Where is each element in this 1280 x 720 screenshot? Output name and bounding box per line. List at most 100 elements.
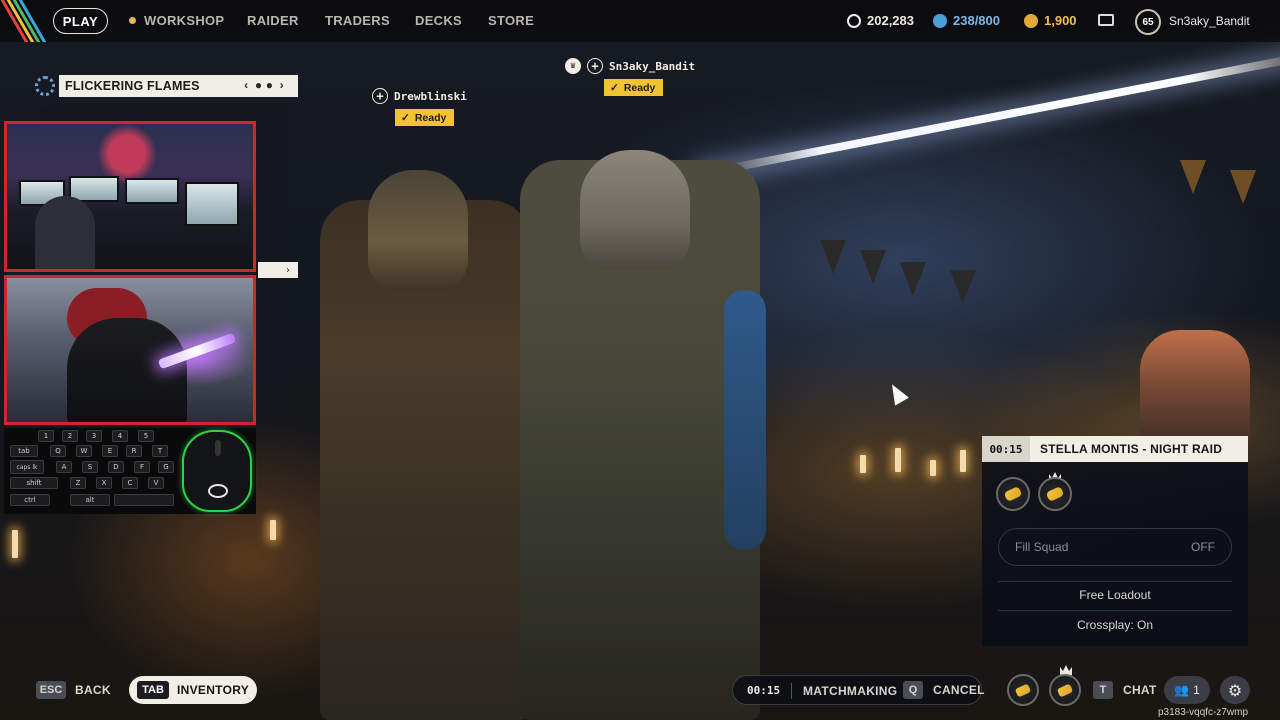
- chevron-right-icon[interactable]: ›: [286, 265, 290, 276]
- panel-title: FLICKERING FLAMES: [65, 79, 200, 93]
- mail-icon[interactable]: [1098, 14, 1114, 26]
- player-name: Drewblinski: [394, 89, 467, 103]
- ready-badge: ✓ Ready: [395, 109, 455, 126]
- chevron-right-icon[interactable]: ›: [280, 78, 284, 92]
- key: G: [158, 461, 174, 473]
- match-timer: 00:15: [982, 436, 1030, 462]
- key: A: [56, 461, 72, 473]
- credits-icon: [1024, 13, 1038, 28]
- add-friend-icon[interactable]: +: [587, 58, 603, 74]
- monitor-graphic: [125, 178, 179, 204]
- session-code: p3183-vqqfc-z7wmp: [1158, 707, 1249, 718]
- matchmaking-status-bar: 00:15 MATCHMAKING Q CANCEL: [732, 675, 985, 705]
- t-key: T: [1093, 681, 1113, 699]
- storage-icon: [933, 13, 947, 28]
- key: shift: [10, 477, 58, 489]
- storage-counter: 238/800: [933, 13, 1000, 28]
- crown-icon: ♛: [565, 58, 581, 74]
- matchmaking-timer: 00:15: [747, 684, 781, 697]
- chevron-left-icon[interactable]: ‹: [244, 78, 248, 92]
- bunting-flag: [860, 250, 886, 284]
- player-name: Sn3aky_Bandit: [609, 59, 696, 73]
- key: V: [148, 477, 164, 489]
- key: 3: [86, 430, 102, 442]
- cancel-matchmaking-button[interactable]: Q CANCEL: [903, 681, 985, 699]
- flickering-flames-header: FLICKERING FLAMES ‹ ● ● ›: [59, 75, 298, 97]
- candle: [12, 530, 18, 558]
- squad-avatar-leader[interactable]: [1038, 477, 1072, 511]
- party-members-button[interactable]: 👥 1: [1164, 676, 1210, 704]
- notification-dot-icon: [129, 17, 136, 24]
- cancel-label: CANCEL: [933, 683, 985, 697]
- ready-label: Ready: [414, 111, 447, 124]
- checkmark-icon: ✓: [401, 111, 410, 124]
- squad-avatar[interactable]: [996, 477, 1030, 511]
- pager-dots: ● ●: [254, 78, 274, 92]
- nav-store[interactable]: STORE: [488, 13, 534, 28]
- chat-action[interactable]: T CHAT: [1093, 681, 1157, 699]
- key: Z: [70, 477, 86, 489]
- fill-squad-label: Fill Squad: [1015, 540, 1069, 554]
- username-label[interactable]: Sn3aky_Bandit: [1169, 14, 1250, 28]
- match-title: STELLA MONTIS - NIGHT RAID: [1040, 442, 1223, 456]
- party-count: 1: [1193, 683, 1200, 697]
- key: F: [134, 461, 150, 473]
- ready-label: Ready: [623, 81, 656, 94]
- squad-member-avatar[interactable]: [1007, 674, 1039, 706]
- fill-squad-value: OFF: [1191, 540, 1215, 554]
- credits-value: 1,900: [1044, 13, 1077, 28]
- fill-squad-toggle[interactable]: Fill Squad OFF: [998, 528, 1232, 566]
- coins-value: 202,283: [867, 13, 914, 28]
- panel-pager: ‹ ● ● ›: [244, 78, 284, 92]
- settings-button[interactable]: ⚙: [1220, 676, 1250, 704]
- raider-character-right: [520, 150, 766, 720]
- key: S: [82, 461, 98, 473]
- back-label: BACK: [75, 683, 111, 697]
- back-action[interactable]: ESC BACK: [36, 681, 111, 699]
- storage-value: 238/800: [953, 13, 1000, 28]
- gear-icon: ⚙: [1227, 680, 1243, 700]
- key: R: [126, 445, 142, 457]
- bunting-flag: [820, 240, 846, 274]
- crossplay-option[interactable]: Crossplay: On: [982, 618, 1248, 632]
- squad-player-tag: + Drewblinski: [372, 88, 467, 104]
- nav-workshop[interactable]: WORKSHOP: [144, 13, 224, 28]
- divider: [998, 610, 1232, 611]
- key: ctrl: [10, 494, 50, 506]
- streamer-silhouette: [35, 196, 95, 269]
- raider-character-left: [320, 170, 530, 720]
- key: W: [76, 445, 92, 457]
- raider-emblem-icon: [1045, 486, 1065, 502]
- chat-label: CHAT: [1123, 683, 1157, 697]
- play-button[interactable]: PLAY: [53, 8, 108, 34]
- mouse-wheel: [215, 440, 221, 456]
- key: alt: [70, 494, 110, 506]
- divider: [791, 683, 792, 699]
- add-friend-icon[interactable]: +: [372, 88, 388, 104]
- npc-character: [1140, 330, 1250, 450]
- bunting-flag: [950, 270, 976, 304]
- key: Q: [50, 445, 66, 457]
- inventory-button[interactable]: TAB INVENTORY: [129, 676, 257, 704]
- secondary-panel-pager: ›: [258, 262, 298, 278]
- nav-decks[interactable]: DECKS: [415, 13, 462, 28]
- key: 1: [38, 430, 54, 442]
- raider-emblem-icon: [1014, 682, 1032, 698]
- key: 2: [62, 430, 78, 442]
- tab-key: TAB: [137, 681, 169, 699]
- people-icon: 👥: [1174, 683, 1190, 697]
- candle: [895, 448, 901, 472]
- gear-icon[interactable]: [35, 76, 55, 96]
- key: D: [108, 461, 124, 473]
- keyboard-input-overlay: 1 2 3 4 5 tab Q W E R T caps lk A S D F …: [4, 428, 256, 514]
- squad-leader-avatar[interactable]: [1049, 674, 1081, 706]
- raider-emblem-icon: [1056, 682, 1074, 698]
- nav-raider[interactable]: RAIDER: [247, 13, 299, 28]
- checkmark-icon: ✓: [610, 81, 619, 94]
- inventory-label: INVENTORY: [177, 683, 250, 697]
- webcam-overlay-room: [4, 121, 256, 272]
- matchmaking-panel: 00:15 STELLA MONTIS - NIGHT RAID Fill Sq…: [982, 436, 1248, 646]
- nav-traders[interactable]: TRADERS: [325, 13, 390, 28]
- key: E: [102, 445, 118, 457]
- free-loadout-option[interactable]: Free Loadout: [982, 588, 1248, 602]
